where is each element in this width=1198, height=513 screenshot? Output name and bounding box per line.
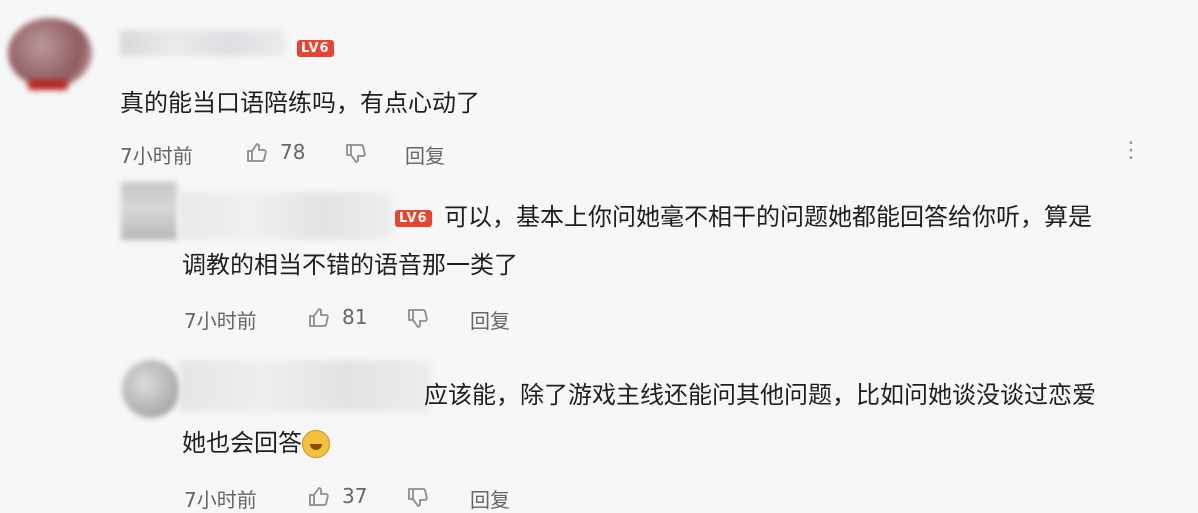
- comment-text-line1: 应该能，除了游戏主线还能问其他问题，比如问她谈没谈过恋爱: [424, 381, 1096, 409]
- reply-button[interactable]: 回复: [405, 140, 445, 169]
- username[interactable]: [180, 360, 430, 412]
- avatar[interactable]: [8, 18, 92, 90]
- comment-text-line2: 调教的相当不错的语音那一类了: [182, 251, 518, 279]
- avatar[interactable]: [122, 360, 180, 418]
- like-count: 81: [342, 305, 368, 329]
- like-count: 37: [342, 484, 368, 508]
- avatar[interactable]: [121, 182, 177, 240]
- thumbs-down-icon[interactable]: [405, 305, 431, 331]
- thumbs-up-icon[interactable]: [306, 305, 332, 331]
- comment-text: 真的能当口语陪练吗，有点心动了: [120, 89, 480, 117]
- more-icon[interactable]: ⋮: [1120, 138, 1142, 163]
- level-badge: LV6: [395, 210, 432, 227]
- username[interactable]: [120, 30, 286, 56]
- username[interactable]: [180, 192, 392, 240]
- thumbs-up-icon[interactable]: [244, 140, 270, 166]
- thumbs-down-icon[interactable]: [343, 140, 369, 166]
- thumbs-down-icon[interactable]: [405, 484, 431, 510]
- timestamp: 7小时前: [184, 488, 257, 512]
- comment-text-line1: 可以，基本上你问她毫不相干的问题她都能回答给你听，算是: [444, 203, 1092, 231]
- thumbs-up-icon[interactable]: [306, 484, 332, 510]
- timestamp: 7小时前: [184, 309, 257, 333]
- like-count: 78: [280, 140, 306, 164]
- comment-text-line2: 她也会回答: [182, 429, 302, 457]
- reply-button[interactable]: 回复: [470, 305, 510, 334]
- level-badge: LV6: [297, 40, 334, 57]
- laughing-emoji-icon: [302, 430, 330, 458]
- timestamp: 7小时前: [120, 144, 193, 168]
- reply-button[interactable]: 回复: [470, 484, 510, 513]
- comment-text-line2-wrap: 她也会回答: [182, 426, 330, 460]
